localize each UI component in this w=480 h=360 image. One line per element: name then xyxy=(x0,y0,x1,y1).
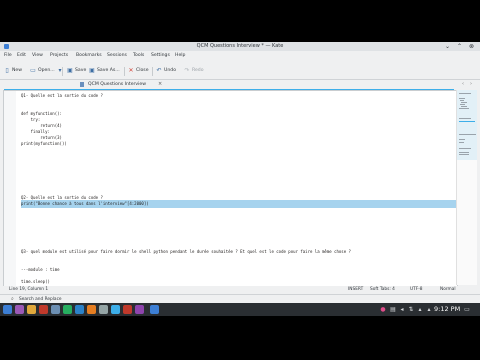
application-launcher-icon[interactable] xyxy=(3,305,12,314)
indentation-setting[interactable]: Soft Tabs: 4 xyxy=(370,286,395,294)
menu-file[interactable]: File xyxy=(4,52,12,60)
tab-label: QCM Questions Interview xyxy=(88,82,147,87)
app-taskbar-icon[interactable] xyxy=(135,305,144,314)
highlighting-mode[interactable]: Normal xyxy=(440,286,456,294)
app-taskbar-icon[interactable] xyxy=(99,305,108,314)
minimap-scrollbar[interactable] xyxy=(456,90,477,285)
undo-icon: ↶ xyxy=(156,67,162,74)
menu-bookmarks[interactable]: Bookmarks xyxy=(76,52,102,60)
minimap-line xyxy=(459,121,475,122)
menu-sessions[interactable]: Sessions xyxy=(107,52,127,60)
cursor-position[interactable]: Line 19, Column 1 xyxy=(9,286,48,294)
minimap-line xyxy=(459,98,465,99)
open-folder-icon: ▭ xyxy=(30,67,36,74)
network-icon[interactable]: ⇅ xyxy=(408,305,414,314)
toolbar-separator xyxy=(152,67,153,76)
minimap-line xyxy=(460,104,465,105)
line-number-gutter xyxy=(4,91,16,286)
minimap-line xyxy=(460,100,464,101)
app-taskbar-icon[interactable] xyxy=(123,305,132,314)
tab-bar: QCM Questions Interview × ‹ › xyxy=(0,80,480,91)
redo-icon: ↷ xyxy=(184,67,190,74)
code-line: Q1- Quelle est la sortie du code ? xyxy=(21,93,103,98)
app-taskbar-icon[interactable] xyxy=(63,305,72,314)
minimap-line xyxy=(459,108,469,109)
close-window-icon[interactable]: ⊗ xyxy=(468,43,475,50)
toolbar-separator xyxy=(62,67,63,76)
search-icon: ⌕ xyxy=(11,296,14,302)
system-tray-icon[interactable]: ▴ xyxy=(426,305,432,314)
tray-app-icon[interactable]: ● xyxy=(380,305,386,314)
title-bar[interactable]: QCM Questions Interview * — Kate ⌄ ⌃ ⊗ xyxy=(0,42,480,51)
code-line: print("Bonne chance à tous dans l'interv… xyxy=(21,201,149,206)
clipboard-icon[interactable]: ▤ xyxy=(390,305,396,314)
menu-help[interactable]: Help xyxy=(175,52,185,60)
save-icon: ▣ xyxy=(67,67,73,74)
minimap-line xyxy=(459,148,471,149)
file-manager-icon[interactable] xyxy=(27,305,36,314)
minimap-line xyxy=(459,118,471,119)
pager-icon[interactable] xyxy=(15,305,24,314)
app-taskbar-icon[interactable] xyxy=(39,305,48,314)
clock[interactable]: 9:12 PM xyxy=(434,303,460,316)
menu-settings[interactable]: Settings xyxy=(151,52,170,60)
window-title: QCM Questions Interview * — Kate xyxy=(196,43,284,49)
minimap-line xyxy=(459,142,464,143)
minimap-line xyxy=(459,152,469,153)
menu-view[interactable]: View xyxy=(32,52,43,60)
close-document-icon: ✕ xyxy=(128,67,134,74)
code-line: ---module : time xyxy=(21,267,60,272)
minimap-line xyxy=(461,106,467,107)
minimap-line xyxy=(459,154,469,155)
kate-window: QCM Questions Interview * — Kate ⌄ ⌃ ⊗ F… xyxy=(0,42,480,316)
app-taskbar-icon[interactable] xyxy=(87,305,96,314)
tabs-scroll-right-icon[interactable]: › xyxy=(470,81,472,88)
status-bar: Line 19, Column 1 INSERT Soft Tabs: 4 UT… xyxy=(0,286,480,294)
menu-projects[interactable]: Projects xyxy=(50,52,68,60)
app-taskbar-icon[interactable] xyxy=(111,305,120,314)
tab-close-icon[interactable]: × xyxy=(158,80,162,89)
code-line: print(myfunction()) xyxy=(21,141,67,146)
volume-icon[interactable]: ◂ xyxy=(399,305,405,314)
document-icon xyxy=(80,82,84,87)
app-taskbar-icon[interactable] xyxy=(51,305,60,314)
taskbar: ● ▤ ◂ ⇅ ▴ ▴ 9:12 PM ▭ xyxy=(0,303,480,316)
code-line: Q3- quel module est utilisé pour faire d… xyxy=(21,249,351,254)
kate-taskbar-icon[interactable] xyxy=(150,305,159,314)
maximize-icon[interactable]: ⌃ xyxy=(456,43,463,50)
code-line: time.sleep() xyxy=(21,279,50,284)
input-mode[interactable]: INSERT xyxy=(348,286,363,294)
menu-bar: File Edit View Projects Bookmarks Sessio… xyxy=(0,52,480,60)
encoding-setting[interactable]: UTF-8 xyxy=(410,286,423,294)
minimap-line xyxy=(459,93,471,94)
toolbar-separator xyxy=(124,67,125,76)
minimap-line xyxy=(461,102,467,103)
minimap-line xyxy=(459,134,476,135)
notifications-icon[interactable]: ▴ xyxy=(417,305,423,314)
code-area[interactable]: Q1- Quelle est la sortie du code ? def my… xyxy=(21,91,457,286)
app-taskbar-icon[interactable] xyxy=(75,305,84,314)
tabs-scroll-left-icon[interactable]: ‹ xyxy=(462,81,464,88)
menu-tools[interactable]: Tools xyxy=(133,52,144,60)
minimize-icon[interactable]: ⌄ xyxy=(444,43,451,50)
toolbar: ▯ New ▭ Open... ▾ ▣ Save ▣ Save As... ✕ … xyxy=(0,63,480,80)
show-desktop-icon[interactable]: ▭ xyxy=(464,305,470,314)
minimap-line xyxy=(459,139,465,140)
save-as-icon: ▣ xyxy=(89,67,95,74)
text-editor[interactable]: Q1- Quelle est la sortie du code ? def my… xyxy=(3,90,458,287)
new-document-icon: ▯ xyxy=(5,67,9,74)
menu-edit[interactable]: Edit xyxy=(17,52,26,60)
